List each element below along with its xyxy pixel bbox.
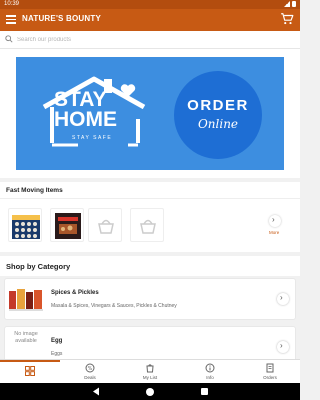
nav-label: Info — [206, 375, 214, 380]
chevron-right-icon: › — [272, 215, 275, 224]
battery-icon — [292, 1, 296, 7]
nav-deals[interactable]: % Deals — [60, 360, 120, 384]
product-tile-placeholder[interactable] — [88, 208, 122, 242]
category-name: Spices & Pickles — [51, 290, 99, 296]
no-image-placeholder: No image available — [14, 331, 38, 344]
chevron-right-icon: › — [280, 341, 283, 350]
nav-orders[interactable]: Orders — [240, 360, 300, 384]
order-online-badge: ORDER Online — [174, 71, 262, 159]
nav-info[interactable]: Info — [180, 360, 240, 384]
shop-by-category-title: Shop by Category — [6, 262, 71, 271]
nav-label: My List — [142, 375, 158, 380]
search-bar — [0, 31, 300, 49]
signal-icon — [284, 1, 290, 7]
nav-home[interactable] — [0, 360, 60, 384]
status-icons — [284, 1, 296, 7]
basket-placeholder-icon — [98, 219, 114, 234]
grid-icon — [25, 366, 35, 376]
chevron-right-icon: › — [280, 293, 283, 302]
snack-box-product-image — [55, 213, 81, 239]
deals-icon: % — [85, 363, 95, 373]
fast-moving-title: Fast Moving Items — [6, 187, 63, 194]
category-open-button[interactable]: › — [277, 341, 289, 353]
product-tile-snack-box[interactable] — [50, 208, 84, 242]
active-indicator — [0, 360, 60, 362]
banner-home-text: HOME — [54, 108, 117, 131]
app-screen: 10:39 NATURE'S BOUNTY Search our product… — [0, 0, 300, 400]
info-icon — [205, 363, 215, 373]
divider — [0, 198, 300, 199]
egg-tray-product-image — [12, 215, 40, 239]
heart-icon — [120, 84, 136, 97]
product-tile-eggs[interactable] — [8, 208, 42, 242]
spices-category-image — [9, 289, 43, 311]
search-icon — [5, 35, 13, 43]
orders-icon — [266, 363, 274, 373]
list-icon — [146, 364, 154, 373]
banner-order-text: ORDER — [187, 97, 249, 114]
back-icon[interactable] — [92, 387, 100, 396]
category-name: Egg — [51, 338, 63, 344]
fast-moving-section: Fast Moving Items › More — [0, 182, 300, 252]
status-time: 10:39 — [4, 1, 20, 7]
svg-text:%: % — [88, 366, 93, 372]
status-bar: 10:39 — [0, 0, 300, 9]
nav-label: Orders — [263, 375, 277, 380]
more-items-label[interactable]: More — [269, 230, 279, 235]
home-icon[interactable] — [146, 388, 154, 396]
nav-my-list[interactable]: My List — [120, 360, 180, 384]
category-subtitle: Eggs — [51, 351, 63, 357]
system-navigation-bar — [0, 383, 300, 400]
promo-banner[interactable]: STAY HOME STAY SAFE ORDER Online — [16, 57, 284, 170]
nav-label: Deals — [84, 375, 96, 380]
product-tile-placeholder[interactable] — [130, 208, 164, 242]
basket-placeholder-icon — [140, 219, 156, 234]
category-item-spices-pickles[interactable]: Spices & Pickles Masala & Spices, Vinega… — [4, 278, 296, 320]
shop-by-category-header: Shop by Category — [0, 256, 300, 276]
banner-stay-text: STAY — [54, 88, 107, 111]
banner-online-text: Online — [197, 117, 239, 131]
search-input[interactable] — [17, 33, 287, 46]
app-bar: NATURE'S BOUNTY — [0, 9, 300, 31]
banner-stay-safe-text: STAY SAFE — [72, 135, 113, 141]
app-title: NATURE'S BOUNTY — [22, 14, 101, 23]
bottom-navigation: % Deals My List Info Orders — [0, 359, 300, 383]
menu-icon[interactable] — [6, 15, 16, 24]
category-open-button[interactable]: › — [277, 293, 289, 305]
cart-icon[interactable] — [280, 12, 294, 26]
recent-apps-icon[interactable] — [201, 388, 208, 395]
banner-card: STAY HOME STAY SAFE ORDER Online — [0, 49, 300, 178]
category-subtitle: Masala & Spices, Vinegars & Sauces, Pick… — [51, 303, 177, 309]
more-items-button[interactable]: › — [269, 215, 281, 227]
